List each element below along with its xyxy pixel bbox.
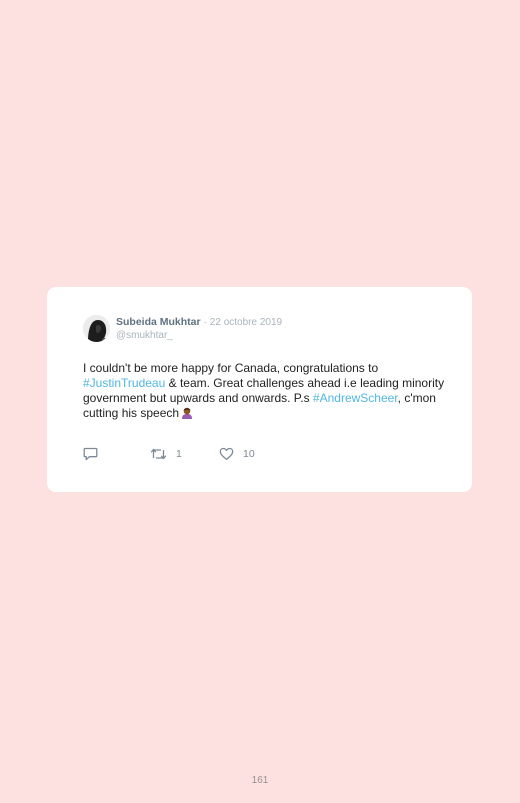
reply-button[interactable] — [83, 447, 98, 461]
hashtag-link[interactable]: #JustinTrudeau — [83, 376, 165, 390]
page-number: 161 — [251, 775, 269, 786]
person-facepalming-emoji — [181, 406, 193, 419]
heart-icon — [219, 447, 234, 460]
tweet-text-part: I couldn't be more happy for Canada, con… — [83, 361, 379, 375]
retweet-button[interactable]: 1 — [150, 447, 182, 461]
author-line: Subeida Mukhtar · 22 octobre 2019 — [116, 316, 282, 328]
retweet-count: 1 — [176, 448, 182, 460]
like-count: 10 — [243, 448, 255, 460]
retweet-icon — [150, 448, 167, 460]
tweet-text: I couldn't be more happy for Canada, con… — [83, 361, 448, 421]
author-name[interactable]: Subeida Mukhtar — [116, 316, 201, 328]
author-handle[interactable]: @smukhtar_ — [116, 330, 173, 341]
like-button[interactable]: 10 — [219, 447, 255, 461]
hashtag-link[interactable]: #AndrewScheer — [313, 391, 398, 405]
reply-icon — [83, 447, 98, 461]
avatar[interactable] — [83, 315, 110, 342]
meta-separator: · — [203, 317, 207, 328]
tweet-card: Subeida Mukhtar · 22 octobre 2019 @smukh… — [47, 287, 472, 492]
tweet-date[interactable]: 22 octobre 2019 — [210, 317, 282, 328]
